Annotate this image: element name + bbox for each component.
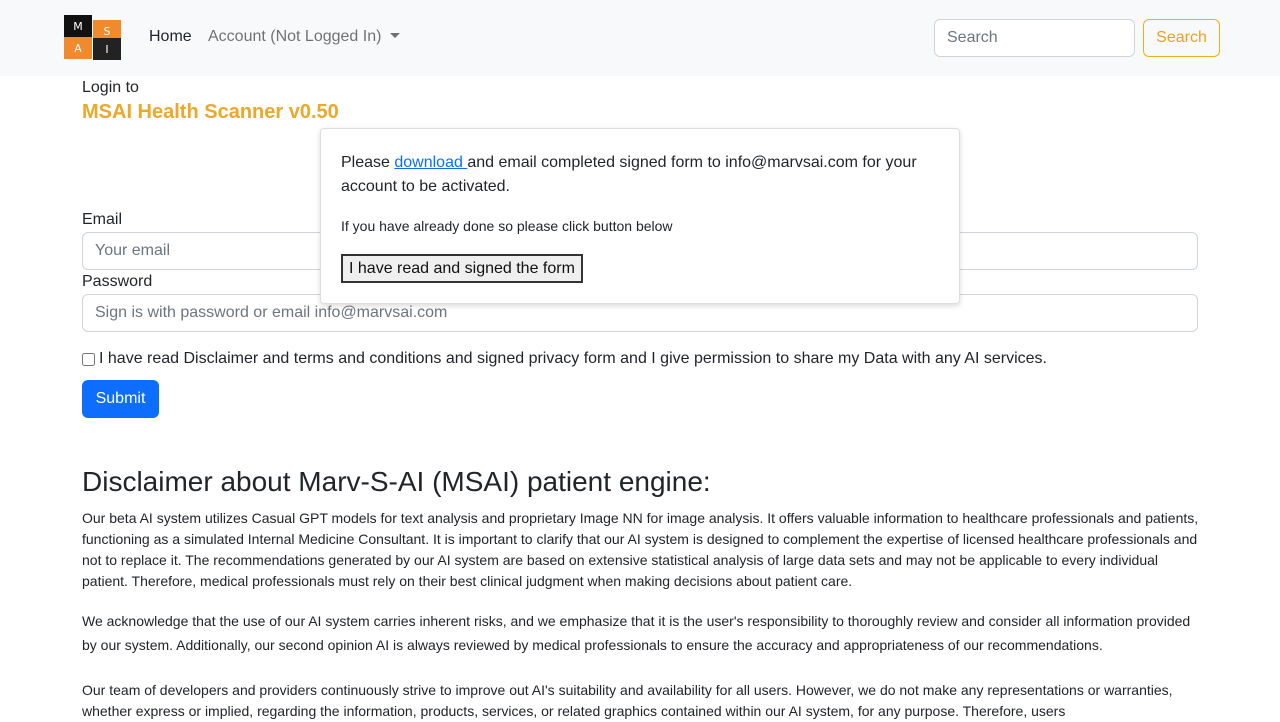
submit-button[interactable]: Submit — [82, 380, 159, 418]
download-link[interactable]: download — [394, 154, 467, 171]
consent-checkbox[interactable] — [82, 352, 95, 366]
login-intro: Login to — [82, 79, 139, 96]
popup-message: Please download and email completed sign… — [341, 151, 941, 199]
msai-logo[interactable]: M S A I — [64, 15, 122, 60]
logo-letter-i: I — [93, 38, 121, 60]
account-dropdown[interactable]: Account (Not Logged In) — [208, 28, 401, 46]
disclaimer-paragraph-1: Our beta AI system utilizes Casual GPT m… — [82, 510, 1199, 589]
account-dropdown-label: Account (Not Logged In) — [208, 28, 382, 45]
caret-down-icon — [390, 33, 401, 38]
password-label: Password — [82, 273, 153, 290]
search-input[interactable] — [934, 19, 1135, 57]
popup-subtext: If you have already done so please click… — [341, 218, 673, 234]
activation-popup: Please download and email completed sign… — [320, 128, 960, 304]
disclaimer-heading: Disclaimer about Marv-S-AI (MSAI) patien… — [82, 466, 711, 497]
consent-row: I have read Disclaimer and terms and con… — [82, 350, 1047, 368]
app-title: MSAI Health Scanner v0.50 — [82, 101, 339, 123]
nav-home-link[interactable]: Home — [149, 28, 192, 46]
consent-label[interactable]: I have read Disclaimer and terms and con… — [99, 350, 1047, 368]
logo-letter-m: M — [64, 15, 92, 37]
navbar: M S A I Home Account (Not Logged In) Sea… — [0, 0, 1280, 76]
email-label: Email — [82, 211, 123, 228]
search-button[interactable]: Search — [1143, 19, 1220, 57]
popup-message-start: Please — [341, 154, 395, 171]
read-and-signed-button[interactable]: I have read and signed the form — [341, 254, 583, 283]
disclaimer-paragraph-2: We acknowledge that the use of our AI sy… — [82, 613, 1191, 653]
disclaimer-paragraph-3: Our team of developers and providers con… — [82, 682, 1173, 719]
logo-letter-a: A — [64, 37, 92, 59]
